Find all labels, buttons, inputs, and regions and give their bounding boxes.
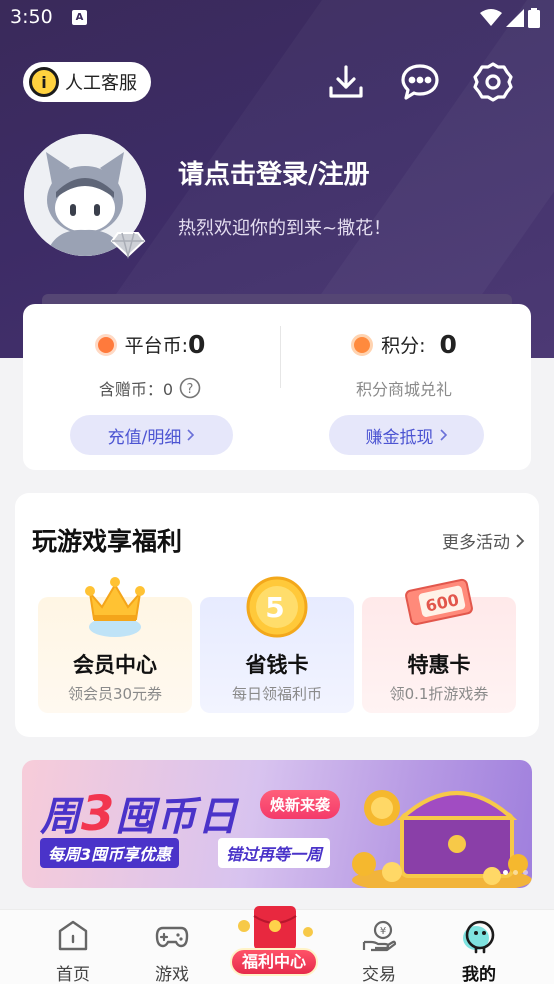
nav-trade-label: 交易 xyxy=(362,965,396,984)
nav-mine-label: 我的 xyxy=(462,965,496,984)
status-bar: 3:50 A xyxy=(0,0,554,38)
svg-text:?: ? xyxy=(187,382,194,397)
banner-new-tag: 焕新来袭 xyxy=(260,790,341,819)
special-card-title: 特惠卡 xyxy=(407,653,471,677)
banner-dot xyxy=(523,870,528,875)
banner-title-number: 3 xyxy=(81,786,116,842)
banner-title: 周3囤币日 xyxy=(40,784,238,842)
saving-card-title: 省钱卡 xyxy=(245,653,309,677)
member-center-card[interactable]: 会员中心 领会员30元券 xyxy=(38,577,192,713)
more-activities-label: 更多活动 xyxy=(442,533,510,553)
more-activities-link[interactable]: 更多活动 xyxy=(442,528,525,553)
welfare-center-label[interactable]: 福利中心 xyxy=(230,948,318,976)
benefits-card: 玩游戏享福利 更多活动 会员中心 领会员30元券 5 省钱卡 每日领福利币 60… xyxy=(15,493,539,737)
nav-games[interactable]: 游戏 xyxy=(117,910,227,984)
message-icon[interactable] xyxy=(396,58,444,106)
home-icon xyxy=(58,920,88,951)
recharge-detail-button[interactable]: 充值/明细 xyxy=(70,415,233,455)
status-time: 3:50 xyxy=(10,6,53,28)
status-icons xyxy=(480,8,540,28)
points-mall-text: 积分商城兑礼 xyxy=(355,380,452,399)
gift-coin-label: 含赠币：0 xyxy=(98,380,174,399)
banner-title-suffix: 囤币日 xyxy=(115,794,239,840)
points-sub-row: 积分商城兑礼 xyxy=(277,376,531,400)
customer-service-label: 人工客服 xyxy=(65,73,137,94)
nav-games-label: 游戏 xyxy=(155,965,189,984)
chevron-right-icon xyxy=(439,429,447,441)
promo-banner[interactable]: 周3囤币日 焕新来袭 每周3囤币享优惠 错过再等一周 xyxy=(22,760,532,888)
nav-trade[interactable]: ¥ 交易 xyxy=(324,910,434,984)
info-icon: i xyxy=(29,67,59,97)
nav-home[interactable]: 首页 xyxy=(18,910,128,984)
gamepad-icon xyxy=(155,926,189,948)
banner-subtitle-2: 错过再等一周 xyxy=(218,838,331,868)
banner-dot xyxy=(503,870,508,875)
recharge-label: 充值/明细 xyxy=(107,427,182,448)
download-icon[interactable] xyxy=(322,58,370,106)
nav-mine[interactable]: 我的 xyxy=(424,910,534,984)
svg-text:¥: ¥ xyxy=(380,926,386,937)
crown-icon xyxy=(85,577,145,637)
banner-title-prefix: 周 xyxy=(40,794,81,840)
benefits-title: 玩游戏享福利 xyxy=(32,527,183,556)
points-label: 积分: xyxy=(381,335,426,357)
signal-icon xyxy=(506,9,524,27)
platform-coin-label: 平台币: xyxy=(124,335,188,357)
mine-icon xyxy=(463,920,495,954)
wifi-icon xyxy=(480,9,502,26)
diamond-badge-icon xyxy=(110,232,146,259)
platform-coin-value: 0 xyxy=(188,330,206,359)
platform-coin-section: 平台币: 0 含赠币：0 ? 充值/明细 xyxy=(23,304,277,470)
banner-pagination xyxy=(503,870,528,875)
banner-subtitle-1: 每周3囤币享优惠 xyxy=(40,838,180,868)
earn-cash-button[interactable]: 赚金抵现 xyxy=(329,415,484,455)
notification-a-icon: A xyxy=(72,10,87,25)
member-center-sub: 领会员30元券 xyxy=(67,685,163,703)
saving-card-sub: 每日领福利币 xyxy=(231,685,322,703)
welcome-text: 热烈欢迎你的到来~撒花！ xyxy=(178,218,392,239)
coin-5-icon: 5 xyxy=(246,576,308,638)
login-register-link[interactable]: 请点击登录/注册 xyxy=(178,154,370,191)
member-center-title: 会员中心 xyxy=(73,653,157,677)
saving-card[interactable]: 5 省钱卡 每日领福利币 xyxy=(200,576,354,713)
points-icon xyxy=(351,333,374,356)
nav-home-label: 首页 xyxy=(56,965,90,984)
points-row: 积分: 0 xyxy=(277,330,531,359)
earn-label: 赚金抵现 xyxy=(365,427,434,448)
banner-dot xyxy=(513,870,518,875)
trade-icon: ¥ xyxy=(362,920,397,952)
platform-coin-icon xyxy=(94,333,117,356)
wallet-card: 平台币: 0 含赠币：0 ? 充值/明细 积分: 0 积分商城兑礼 赚金抵现 xyxy=(23,304,531,470)
chevron-right-icon xyxy=(516,533,525,548)
chevron-right-icon xyxy=(187,429,195,441)
settings-gear-icon[interactable] xyxy=(469,58,517,106)
help-question-icon[interactable]: ? xyxy=(179,377,201,399)
special-card-sub: 领0.1折游戏券 xyxy=(389,685,489,703)
special-card[interactable]: 600 特惠卡 领0.1折游戏券 xyxy=(362,578,516,713)
customer-service-button[interactable]: i 人工客服 xyxy=(23,62,151,102)
gift-coin-row: 含赠币：0 ? xyxy=(23,376,277,400)
battery-icon xyxy=(528,8,540,28)
points-value: 0 xyxy=(439,330,457,359)
ticket-600-icon: 600 xyxy=(405,578,473,626)
platform-coin-row: 平台币: 0 xyxy=(23,330,277,359)
coin-badge-text: 5 xyxy=(265,591,284,624)
points-section: 积分: 0 积分商城兑礼 赚金抵现 xyxy=(277,304,531,470)
